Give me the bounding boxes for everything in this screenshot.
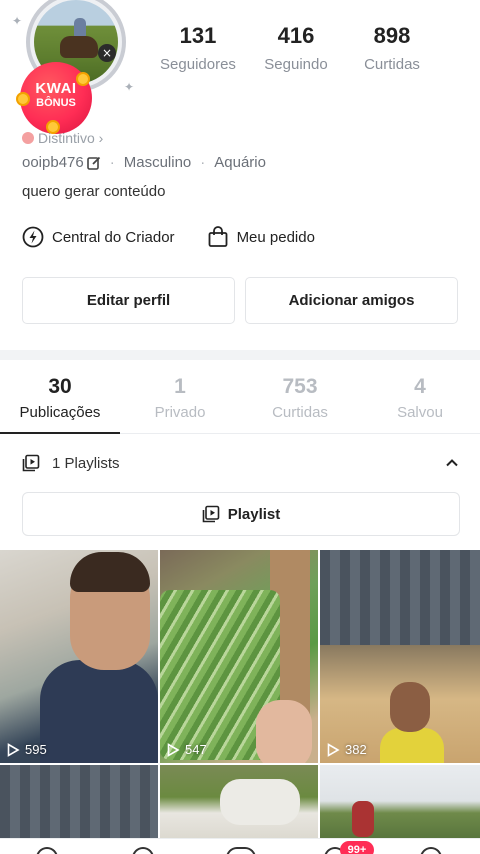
my-order-label: Meu pedido (236, 228, 315, 246)
sparkle-icon: ✦ (12, 14, 23, 28)
stat-value: 898 (373, 23, 411, 48)
tab-count: 1 (174, 375, 186, 398)
create-icon[interactable] (226, 847, 256, 854)
playlist-button[interactable]: Playlist (22, 492, 460, 536)
profile-stats: 131 Seguidores 416 Seguindo 898 Curtidas (150, 22, 460, 73)
sparkle-icon: ✦ (124, 80, 135, 94)
kwai-badge-title: KWAI (35, 80, 77, 97)
my-order-link[interactable]: Meu pedido (207, 226, 315, 248)
play-icon (167, 742, 180, 757)
stat-value: 416 (277, 23, 315, 48)
stat-label: Curtidas (364, 56, 420, 73)
stat-label: Seguindo (264, 56, 328, 73)
section-divider (0, 350, 480, 360)
tab-salvou[interactable]: 4 Salvou (360, 372, 480, 421)
distintivo-label: Distintivo › (38, 130, 104, 146)
quick-links: Central do Criador Meu pedido (22, 226, 347, 248)
view-count-value: 595 (25, 742, 47, 757)
creator-center-label: Central do Criador (52, 228, 175, 246)
bottom-nav (0, 838, 480, 854)
add-friends-button[interactable]: Adicionar amigos (245, 277, 458, 324)
close-icon[interactable]: × (98, 44, 116, 62)
tab-label: Publicações (19, 404, 101, 421)
view-count-value: 547 (185, 742, 207, 757)
playlist-icon (202, 505, 220, 523)
view-count-value: 382 (345, 742, 367, 757)
username: ooipb476 (22, 154, 84, 171)
kwai-badge-subtitle: BÔNUS (36, 97, 76, 109)
profile-info-line: ooipb476 · Masculino · Aquário (22, 154, 266, 171)
video-thumbnail[interactable]: 595 (0, 550, 158, 763)
view-count: 382 (326, 742, 367, 757)
video-thumbnail[interactable] (320, 765, 480, 845)
badge-dot-icon (22, 132, 34, 144)
separator: · (109, 154, 115, 171)
gender-label: Masculino (123, 154, 192, 171)
home-icon[interactable] (36, 847, 58, 854)
playlist-icon (22, 454, 40, 472)
tab-count: 30 (48, 375, 72, 398)
profile-tabs: 30 Publicações 1 Privado 753 Curtidas 4 … (0, 372, 480, 421)
video-thumbnail[interactable]: 547 (160, 550, 318, 763)
distintivo-link[interactable]: Distintivo › (22, 130, 103, 146)
stat-following[interactable]: 416 Seguindo (248, 22, 344, 73)
zodiac-label: Aquário (214, 154, 266, 171)
edit-profile-button[interactable]: Editar perfil (22, 277, 235, 324)
profile-icon[interactable] (420, 847, 442, 854)
creator-center-link[interactable]: Central do Criador (22, 226, 175, 248)
video-grid: 595 547 382 (0, 550, 480, 845)
video-thumbnail[interactable] (160, 765, 318, 845)
separator: · (200, 154, 206, 171)
tab-label: Curtidas (272, 404, 328, 421)
tab-count: 4 (414, 375, 426, 398)
playlists-header[interactable]: 1 Playlists (22, 454, 460, 472)
playlists-count-label: 1 Playlists (52, 454, 120, 472)
tab-count: 753 (282, 375, 318, 398)
bio-text: quero gerar conteúdo (22, 183, 166, 200)
profile-actions: Editar perfil Adicionar amigos (22, 277, 458, 324)
notification-badge: 99+ (340, 841, 374, 854)
tab-label: Salvou (397, 404, 443, 421)
stat-label: Seguidores (160, 56, 236, 73)
playlist-button-label: Playlist (227, 505, 281, 523)
discover-icon[interactable] (132, 847, 154, 854)
active-tab-indicator (0, 432, 120, 434)
shopping-bag-icon (208, 226, 227, 247)
kwai-bonus-badge[interactable]: KWAI BÔNUS (16, 62, 96, 134)
lightning-icon (22, 226, 44, 248)
tab-label: Privado (154, 404, 206, 421)
video-thumbnail[interactable] (0, 765, 158, 845)
video-thumbnail[interactable]: 382 (320, 550, 480, 763)
view-count: 547 (166, 742, 207, 757)
stat-followers[interactable]: 131 Seguidores (150, 22, 246, 73)
view-count: 595 (6, 742, 47, 757)
edit-icon[interactable] (86, 156, 101, 170)
tab-publicacoes[interactable]: 30 Publicações (0, 372, 120, 421)
tab-curtidas[interactable]: 753 Curtidas (240, 372, 360, 421)
stat-likes[interactable]: 898 Curtidas (344, 22, 440, 73)
play-icon (7, 742, 20, 757)
stat-value: 131 (179, 23, 217, 48)
chevron-up-icon[interactable] (444, 455, 460, 471)
tab-privado[interactable]: 1 Privado (120, 372, 240, 421)
play-icon (327, 742, 340, 757)
